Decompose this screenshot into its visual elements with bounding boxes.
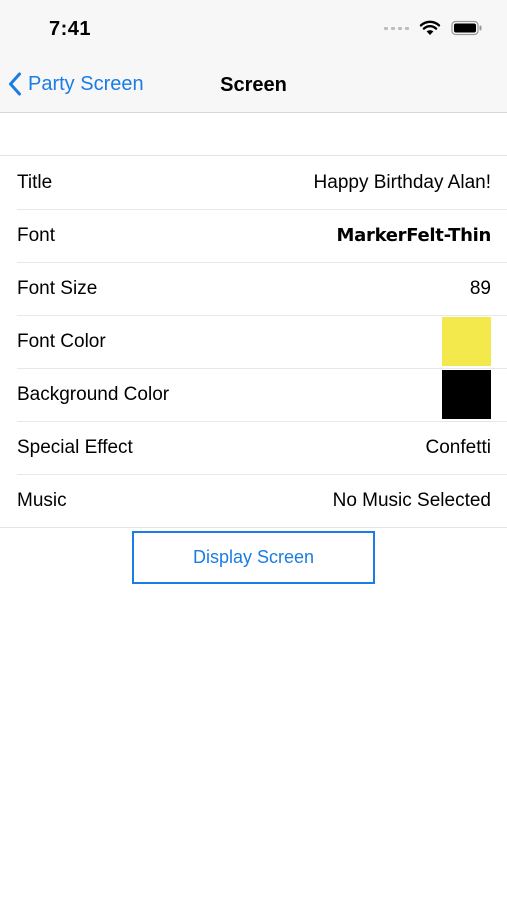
title-value: Happy Birthday Alan!: [313, 171, 491, 193]
font-value: MarkerFelt-Thin: [336, 225, 492, 246]
music-value: No Music Selected: [332, 489, 491, 511]
settings-table: Title Happy Birthday Alan! Font MarkerFe…: [0, 155, 507, 528]
status-bar: 7:41: [0, 0, 507, 62]
row-label: Background Color: [17, 383, 170, 405]
signal-dots-icon: [384, 26, 409, 30]
status-icons: [384, 20, 483, 36]
font-color-swatch[interactable]: [442, 317, 491, 366]
row-font[interactable]: Font MarkerFelt-Thin: [0, 209, 507, 262]
navigation-bar: Party Screen Screen: [0, 62, 507, 113]
row-font-color[interactable]: Font Color: [0, 315, 507, 368]
row-background-color[interactable]: Background Color: [0, 368, 507, 421]
background-color-swatch[interactable]: [442, 370, 491, 419]
font-size-value: 89: [469, 277, 491, 299]
row-label: Font: [17, 224, 56, 246]
row-label: Music: [17, 489, 67, 511]
display-screen-button[interactable]: Display Screen: [132, 531, 375, 584]
row-font-size[interactable]: Font Size 89: [0, 262, 507, 315]
row-label: Font Size: [17, 277, 98, 299]
wifi-icon: [419, 20, 441, 35]
page-title: Screen: [220, 74, 287, 96]
row-music[interactable]: Music No Music Selected: [0, 474, 507, 527]
special-effect-value: Confetti: [425, 436, 491, 458]
row-label: Title: [17, 171, 53, 193]
status-time: 7:41: [49, 18, 92, 40]
battery-icon: [451, 20, 482, 36]
row-title[interactable]: Title Happy Birthday Alan!: [0, 156, 507, 209]
row-label: Special Effect: [17, 436, 133, 458]
row-label: Font Color: [17, 330, 106, 352]
row-special-effect[interactable]: Special Effect Confetti: [0, 421, 507, 474]
